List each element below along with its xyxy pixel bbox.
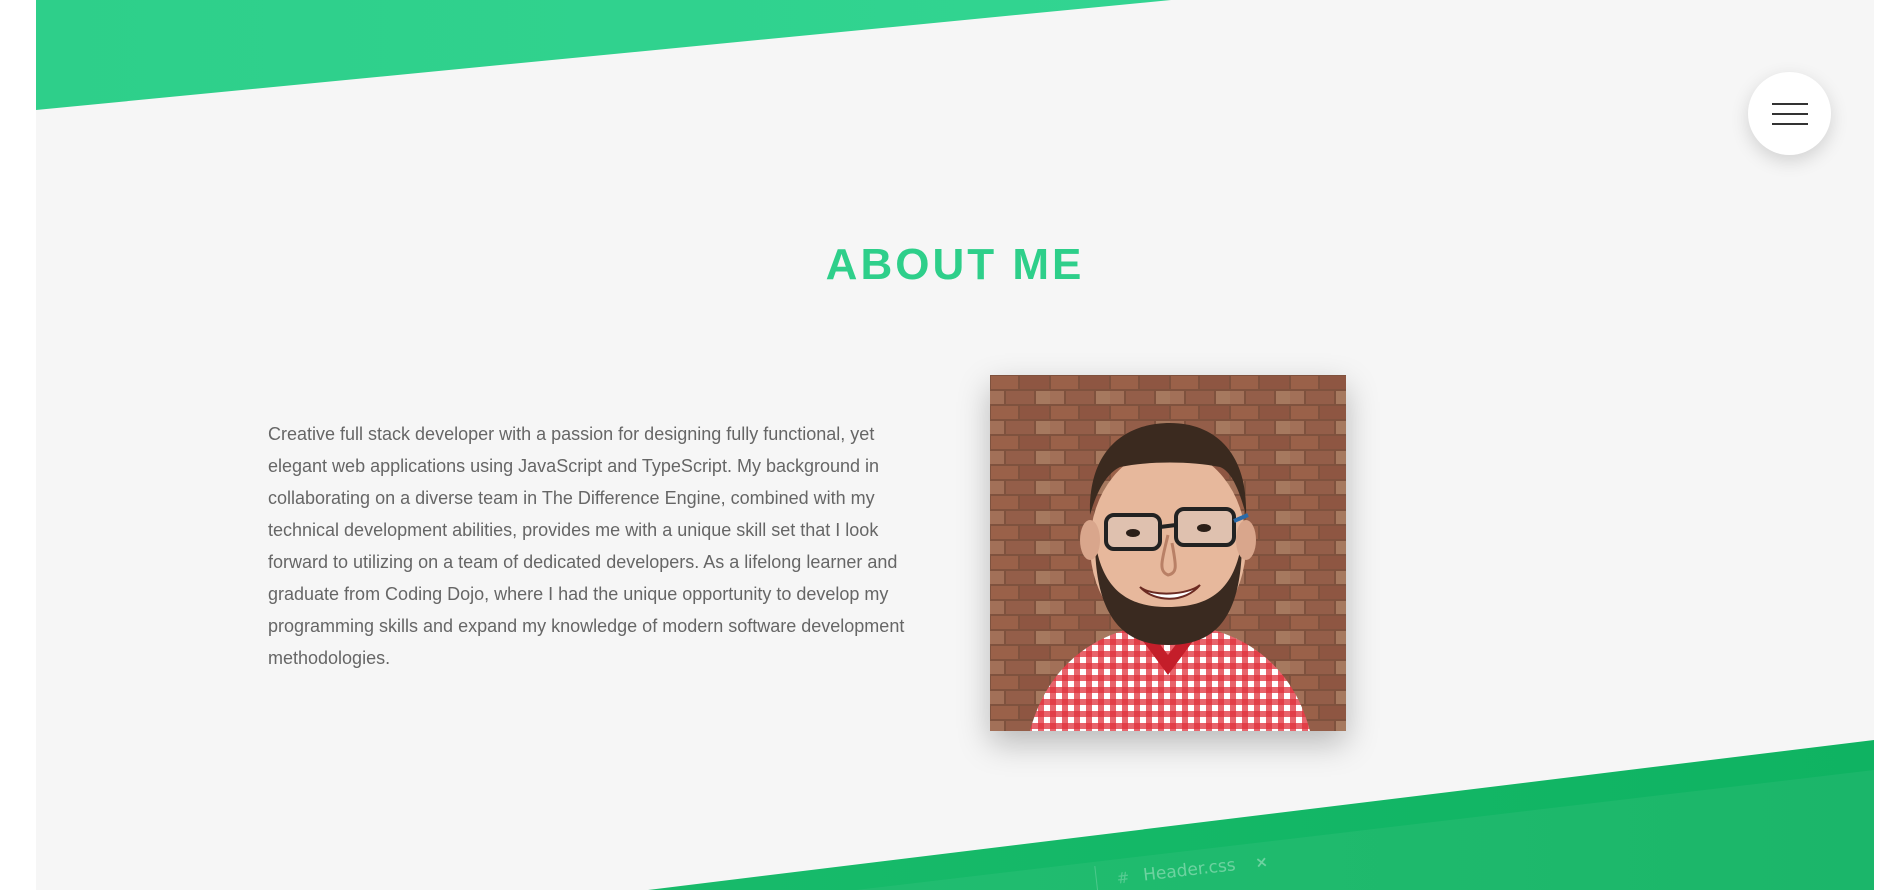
profile-photo — [990, 375, 1346, 731]
about-bio-text: Creative full stack developer with a pas… — [268, 424, 905, 668]
section-title: ABOUT ME — [825, 240, 1085, 289]
top-diagonal-band — [36, 0, 1171, 110]
hamburger-menu-icon — [1771, 102, 1808, 125]
css-file-icon: # — [1115, 868, 1131, 888]
close-icon: × — [1254, 852, 1269, 872]
menu-button[interactable] — [1748, 72, 1831, 155]
page: # Header.css × ABOUT ME Creative full st… — [36, 0, 1874, 890]
code-tab-filename: Header.css — [1142, 855, 1237, 886]
